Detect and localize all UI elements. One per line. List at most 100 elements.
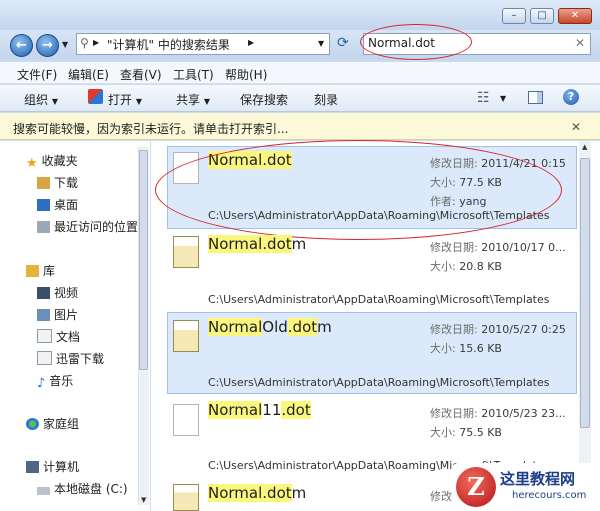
result-filename: Normal.dotm <box>208 235 307 253</box>
annotation-circle <box>360 24 472 60</box>
result-size: 大小: 15.6 KB <box>430 342 502 355</box>
homegroup-label: 家庭组 <box>43 417 80 431</box>
watermark-title: 这里教程网 <box>500 470 576 488</box>
clear-search-icon[interactable]: ✕ <box>575 36 585 50</box>
result-filename: Normal.dotm <box>208 484 307 502</box>
generic-file-icon <box>173 404 199 436</box>
menu-edit[interactable]: 编辑(E) <box>68 66 109 83</box>
sidebar-item-label: 视频 <box>54 286 79 300</box>
nav-scroll-thumb[interactable] <box>139 150 148 370</box>
dismiss-info-icon[interactable]: ✕ <box>571 120 581 134</box>
burn-button[interactable]: 刻录 <box>314 91 338 108</box>
view-dropdown-icon[interactable]: ▼ <box>500 94 506 103</box>
scroll-up-arrow-icon[interactable]: ▲ <box>582 143 587 151</box>
search-folder-icon: ⚲ <box>80 36 89 50</box>
favorites-label: 收藏夹 <box>41 154 78 168</box>
size-label: 大小: <box>430 426 456 439</box>
sidebar-item-label: 桌面 <box>54 198 79 212</box>
libraries-label: 库 <box>43 264 56 278</box>
computer-icon <box>26 461 39 473</box>
breadcrumb-arrow-icon[interactable]: ▶ <box>93 38 99 47</box>
drive-icon <box>37 487 50 495</box>
forward-button[interactable]: → <box>36 34 59 57</box>
size-label: 大小: <box>430 260 456 273</box>
watermark-url: herecours.com <box>512 490 587 501</box>
sidebar-item-recent[interactable]: 最近访问的位置 <box>37 218 138 235</box>
address-dropdown-icon[interactable]: ▼ <box>318 39 324 48</box>
organize-label: 组织 <box>24 93 49 107</box>
homegroup-icon <box>26 418 39 430</box>
result-size: 大小: 75.5 KB <box>430 426 502 439</box>
scroll-down-arrow-icon[interactable]: ▼ <box>141 496 146 504</box>
results-scroll-thumb[interactable] <box>580 158 590 428</box>
computer-header[interactable]: 计算机 <box>26 458 79 475</box>
downloads-folder-icon <box>37 177 50 189</box>
star-icon: ★ <box>26 156 38 171</box>
videos-icon <box>37 287 50 299</box>
sidebar-item-label: 音乐 <box>49 374 74 388</box>
recent-pages-chevron-icon[interactable]: ▼ <box>62 40 68 49</box>
result-modified: 修改日期: 2010/10/17 0... <box>430 241 566 254</box>
help-icon[interactable]: ? <box>563 89 579 105</box>
word-template-icon <box>173 320 199 352</box>
annotation-circle <box>155 140 562 240</box>
favorites-header[interactable]: ★ 收藏夹 <box>26 152 78 171</box>
menu-view[interactable]: 查看(V) <box>120 66 162 83</box>
desktop-icon <box>37 199 50 211</box>
sidebar-item-desktop[interactable]: 桌面 <box>37 196 78 213</box>
open-app-icon <box>88 89 103 104</box>
preview-pane-icon[interactable] <box>528 91 543 104</box>
libraries-header[interactable]: 库 <box>26 262 55 279</box>
sidebar-item-downloads[interactable]: 下载 <box>37 174 78 191</box>
sidebar-item-label: 本地磁盘 (C:) <box>54 482 128 496</box>
sidebar-item-label: 迅雷下载 <box>56 352 105 366</box>
minimize-button[interactable]: – <box>502 8 526 24</box>
sidebar-item-label: 下载 <box>54 176 79 190</box>
watermark-logo-icon: Z <box>456 467 496 507</box>
sidebar-item-thunder-downloads[interactable]: 迅雷下载 <box>37 350 104 367</box>
computer-label: 计算机 <box>43 460 80 474</box>
modified-label: 修改日期: <box>430 407 478 420</box>
menu-tools[interactable]: 工具(T) <box>173 66 214 83</box>
result-filename: Normal11.dot <box>208 401 311 419</box>
address-text: "计算机" 中的搜索结果 <box>107 38 230 52</box>
result-path: C:\Users\Administrator\AppData\Roaming\M… <box>208 376 550 389</box>
sidebar-item-videos[interactable]: 视频 <box>37 284 78 301</box>
sidebar-item-label: 图片 <box>54 308 79 322</box>
sidebar-item-documents[interactable]: 文档 <box>37 328 80 345</box>
modified-label: 修改日期: <box>430 241 478 254</box>
share-label: 共享 <box>176 93 201 107</box>
organize-button[interactable]: 组织 ▼ <box>24 91 58 108</box>
pictures-icon <box>37 309 50 321</box>
recent-places-icon <box>37 221 50 233</box>
homegroup-header[interactable]: 家庭组 <box>26 415 79 432</box>
result-modified: 修改日期: 2010/5/27 0:25 <box>430 323 566 336</box>
thunder-downloads-icon <box>37 351 52 365</box>
share-button[interactable]: 共享 ▼ <box>176 91 210 108</box>
save-search-button[interactable]: 保存搜索 <box>240 91 288 108</box>
library-icon <box>26 265 39 277</box>
refresh-icon[interactable]: ⟳ <box>337 35 349 51</box>
back-button[interactable]: ← <box>10 34 33 57</box>
documents-icon <box>37 329 52 343</box>
result-filename: NormalOld.dotm <box>208 318 332 336</box>
info-message[interactable]: 搜索可能较慢，因为索引未运行。请单击打开索引... <box>13 120 288 137</box>
size-label: 大小: <box>430 342 456 355</box>
word-template-icon <box>173 236 199 268</box>
result-size: 大小: 20.8 KB <box>430 260 502 273</box>
breadcrumb-arrow-icon[interactable]: ▶ <box>248 38 254 47</box>
maximize-button[interactable]: □ <box>530 8 554 24</box>
sidebar-item-music[interactable]: ♪ 音乐 <box>37 372 74 391</box>
menu-help[interactable]: 帮助(H) <box>225 66 267 83</box>
word-template-icon <box>173 484 199 511</box>
view-options-icon[interactable]: ☷ <box>477 90 490 106</box>
sidebar-item-pictures[interactable]: 图片 <box>37 306 78 323</box>
sidebar-item-label: 文档 <box>56 330 81 344</box>
menu-file[interactable]: 文件(F) <box>17 66 57 83</box>
modified-label: 修改日期: <box>430 323 478 336</box>
open-button[interactable]: 打开 ▼ <box>108 91 142 108</box>
result-path: C:\Users\Administrator\AppData\Roaming\M… <box>208 293 550 306</box>
sidebar-item-local-disk-c[interactable]: 本地磁盘 (C:) <box>37 480 128 497</box>
open-label: 打开 <box>108 93 133 107</box>
close-button[interactable]: ✕ <box>558 8 592 24</box>
